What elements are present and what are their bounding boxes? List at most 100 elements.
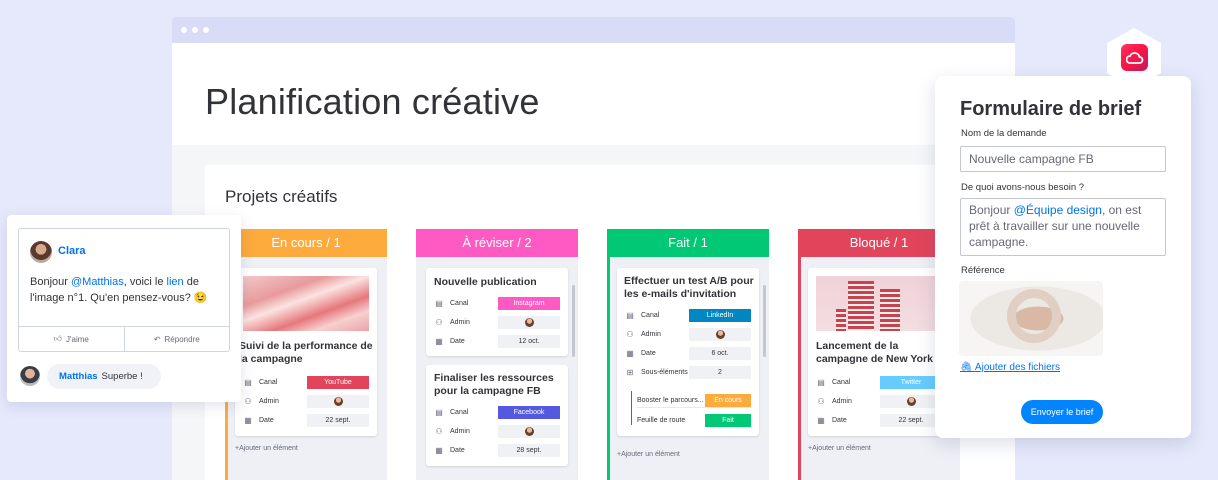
avatar[interactable]: [20, 366, 40, 386]
avatar: [715, 329, 725, 339]
field-row: ▤ Canal LinkedIn: [625, 308, 751, 322]
add-item-link[interactable]: +Ajouter un élément: [617, 451, 680, 458]
reference-image: [959, 281, 1103, 356]
status-pill[interactable]: YouTube: [307, 375, 369, 389]
kanban-card[interactable]: Effectuer un test A/B pour les e-mails d…: [617, 268, 759, 436]
status-pill[interactable]: LinkedIn: [689, 308, 751, 322]
card-title: Nouvelle publication: [434, 276, 537, 288]
date-cell[interactable]: 28 sept.: [498, 443, 560, 457]
status-pill[interactable]: Instagram: [498, 296, 560, 310]
kanban-card[interactable]: Finaliser les ressources pour la campagn…: [426, 365, 568, 466]
add-item-link[interactable]: +Ajouter un élément: [235, 445, 298, 452]
window-dot[interactable]: [203, 27, 209, 33]
avatar: [524, 426, 534, 436]
field-row: ▦ Date 22 sept.: [816, 413, 942, 427]
subitems-count[interactable]: 2: [689, 365, 751, 379]
thumbs-up-icon: 👍︎: [53, 334, 62, 343]
column-header[interactable]: En cours / 1: [225, 229, 387, 257]
status-pill[interactable]: En cours: [705, 394, 751, 407]
table-icon: ▤: [435, 298, 443, 308]
status-pill[interactable]: Facebook: [498, 405, 560, 419]
date-cell[interactable]: 12 oct.: [498, 334, 560, 348]
comment-author[interactable]: Clara: [58, 245, 86, 257]
field-row: ⊞ Sous-éléments 2: [625, 365, 751, 379]
kanban-card[interactable]: Nouvelle publication ▤ Canal Instagram ⚇ A…: [426, 268, 568, 356]
reply-arrow-icon: ↶: [153, 334, 161, 344]
people-cell[interactable]: [498, 424, 560, 438]
avatar[interactable]: [30, 241, 52, 263]
mention-link[interactable]: @Matthias: [71, 276, 124, 288]
reply-text: Superbe !: [101, 371, 143, 382]
building-shape: [848, 281, 874, 331]
field-row: ▦ Date 22 sept.: [243, 413, 369, 427]
request-name-input[interactable]: Nouvelle campagne FB: [960, 146, 1166, 172]
table-icon: ▤: [817, 377, 825, 387]
field-row: ▤ Canal Twitter: [816, 375, 942, 389]
reply-bubble: Matthias Superbe !: [47, 364, 161, 389]
scrollbar[interactable]: [763, 285, 766, 357]
person-icon: ⚇: [626, 329, 634, 339]
field-row: ▤ Canal YouTube: [243, 375, 369, 389]
board-title: Projets créatifs: [225, 187, 338, 206]
kanban-card[interactable]: Suivi de la performance de la campagne ▤…: [235, 268, 377, 436]
avatar: [333, 396, 343, 406]
person-icon: ⚇: [817, 396, 825, 406]
reply-author[interactable]: Matthias: [59, 371, 98, 382]
submit-brief-button[interactable]: Envoyer le brief: [1021, 400, 1103, 424]
card-title: Effectuer un test A/B pour les e-mails d…: [624, 275, 754, 300]
avatar: [524, 317, 534, 327]
column-a-reviser: À réviser / 2 Nouvelle publication ▤ Cana…: [416, 229, 578, 480]
attach-files-link[interactable]: 🖇︎ Ajouter des fichiers: [960, 362, 1060, 373]
column-color-bar: [798, 257, 801, 480]
date-cell[interactable]: 22 sept.: [880, 413, 942, 427]
comment-link[interactable]: lien: [167, 276, 184, 288]
date-cell[interactable]: 6 oct.: [689, 346, 751, 360]
field-row: ⚇ Admin: [243, 394, 369, 408]
column-header[interactable]: À réviser / 2: [416, 229, 578, 257]
need-textarea[interactable]: Bonjour @Équipe design, on est prêt à tr…: [960, 198, 1166, 256]
reply-button[interactable]: ↶ Répondre: [123, 327, 230, 351]
date-cell[interactable]: 22 sept.: [307, 413, 369, 427]
comment-panel: Clara Bonjour @Matthias, voici le lien d…: [7, 215, 241, 402]
calendar-icon: ▦: [435, 445, 443, 455]
need-label: De quoi avons-nous besoin ?: [961, 182, 1085, 193]
building-shape: [836, 309, 846, 331]
creative-cloud-icon: [1121, 44, 1148, 71]
subitem-row[interactable]: Feuille de route Fait: [637, 413, 751, 427]
paperclip-icon: 🖇︎: [960, 362, 975, 373]
like-button[interactable]: 👍︎ J'aime: [19, 327, 124, 351]
building-shape: [880, 289, 900, 331]
field-row: ▦ Date 6 oct.: [625, 346, 751, 360]
card-image: [243, 276, 369, 331]
status-pill[interactable]: Twitter: [880, 375, 942, 389]
person-icon: ⚇: [244, 396, 252, 406]
kanban-card[interactable]: Lancement de la campagne de New York ▤ Ca…: [808, 268, 950, 436]
people-cell[interactable]: [689, 327, 751, 341]
add-item-link[interactable]: +Ajouter un élément: [808, 445, 871, 452]
people-cell[interactable]: [498, 315, 560, 329]
subitems-icon: ⊞: [626, 367, 634, 377]
name-label: Nom de la demande: [961, 128, 1047, 139]
subitem-row[interactable]: Booster le parcours... En cours: [637, 394, 751, 408]
app-window: Planification créative Projets créatifs …: [172, 17, 1015, 480]
status-pill[interactable]: Fait: [705, 413, 751, 427]
window-dot[interactable]: [181, 27, 187, 33]
field-row: ▦ Date 28 sept.: [434, 443, 560, 457]
avatar: [906, 396, 916, 406]
card-title: Suivi de la performance de la campagne: [239, 340, 373, 365]
mention-link[interactable]: @Équipe design: [1014, 203, 1102, 217]
field-row: ▤ Canal Facebook: [434, 405, 560, 419]
person-icon: ⚇: [435, 426, 443, 436]
people-cell[interactable]: [880, 394, 942, 408]
column-fait: Fait / 1 Effectuer un test A/B pour les …: [607, 229, 769, 480]
field-row: ⚇ Admin: [816, 394, 942, 408]
people-cell[interactable]: [307, 394, 369, 408]
table-icon: ▤: [244, 377, 252, 387]
headphones-shape: [1007, 289, 1061, 343]
page-title: Planification créative: [205, 81, 540, 122]
window-titlebar: [172, 17, 1015, 43]
scrollbar[interactable]: [572, 285, 575, 357]
card-title: Lancement de la campagne de New York: [816, 340, 933, 365]
column-header[interactable]: Fait / 1: [607, 229, 769, 257]
window-dot[interactable]: [192, 27, 198, 33]
